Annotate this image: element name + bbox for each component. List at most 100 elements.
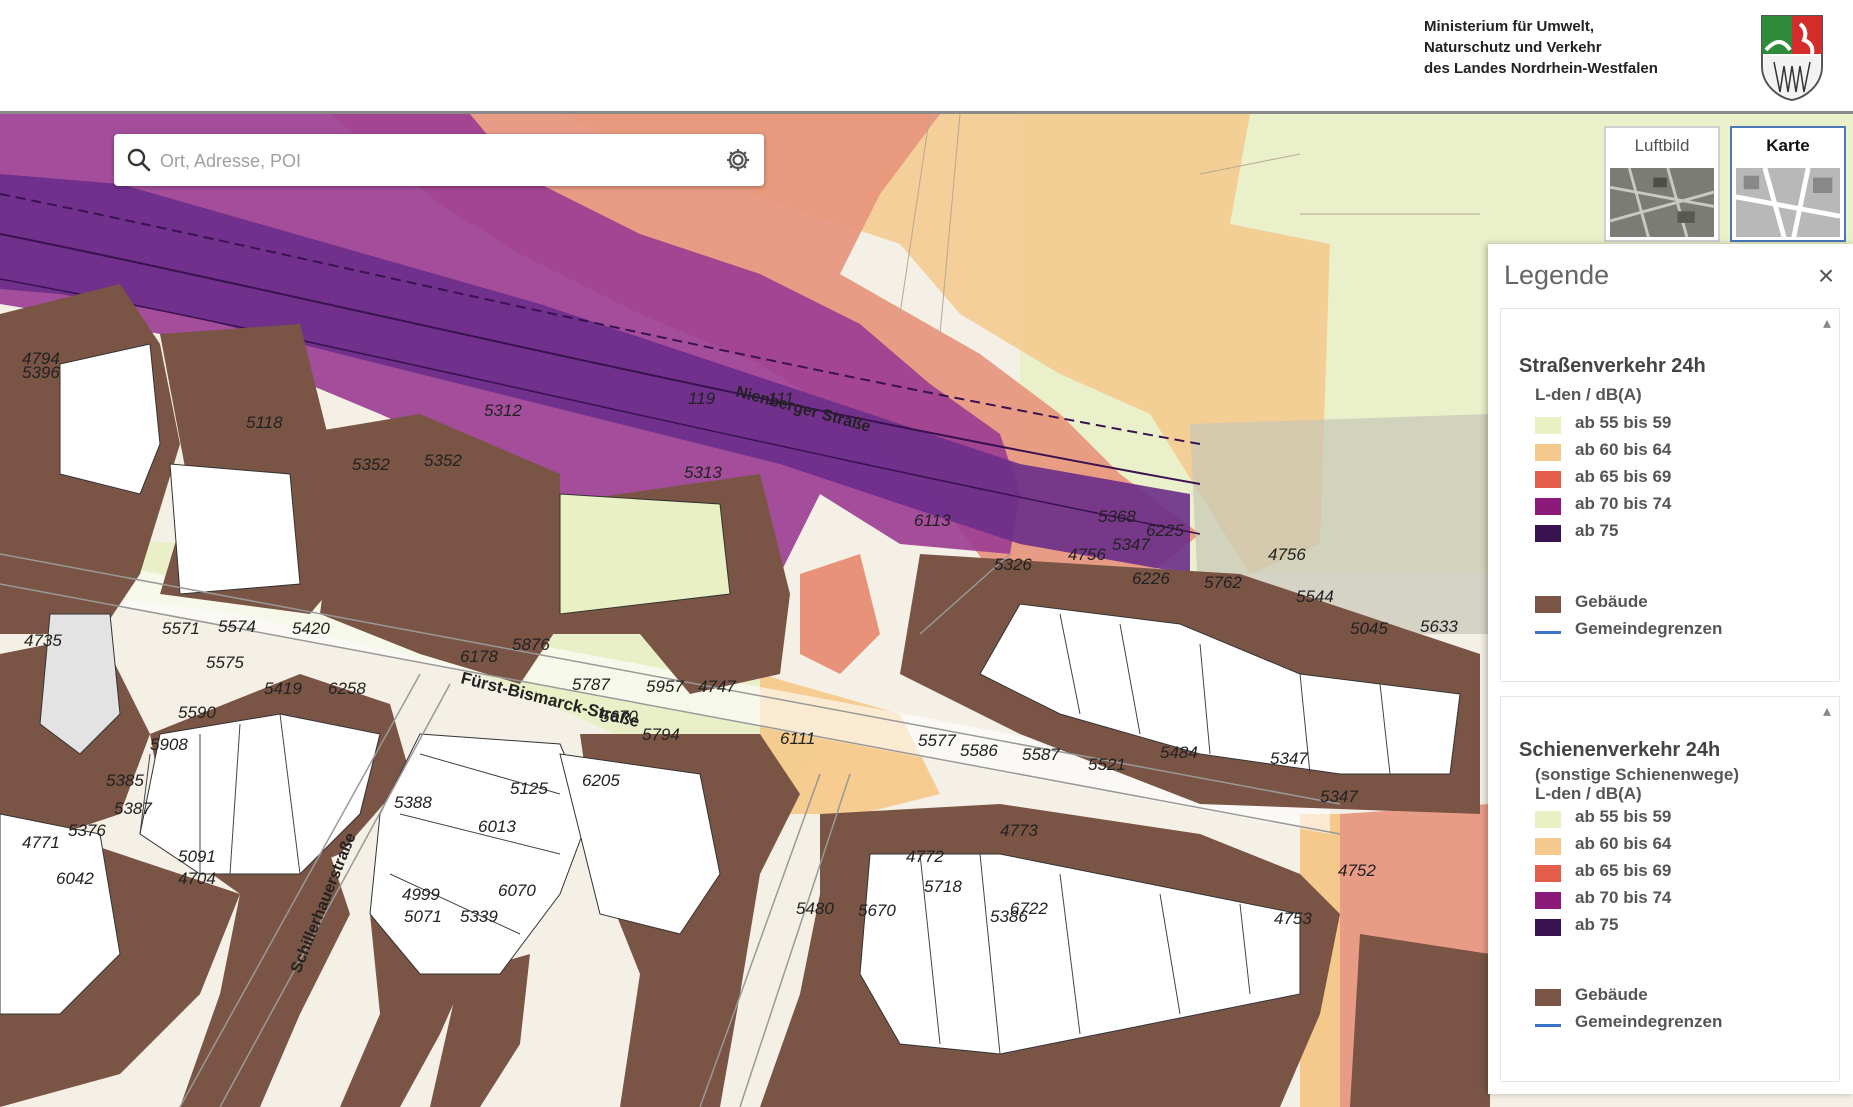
parcel-number-label: 5590 bbox=[178, 703, 216, 722]
parcel-number-label: 5762 bbox=[1204, 573, 1242, 592]
legend-row-label: Gebäude bbox=[1575, 985, 1648, 1004]
parcel-number-label: 5385 bbox=[106, 771, 144, 790]
parcel-number-label: 4756 bbox=[1068, 545, 1106, 564]
color-swatch bbox=[1535, 838, 1561, 855]
search-box bbox=[114, 134, 764, 188]
parcel-number-label: 4704 bbox=[178, 869, 216, 888]
parcel-number-label: 5574 bbox=[218, 617, 256, 636]
parcel bbox=[59, 343, 161, 495]
legend-row-label: ab 60 bis 64 bbox=[1575, 834, 1672, 853]
legend-row-label: ab 55 bis 59 bbox=[1575, 413, 1672, 432]
nrw-coat-of-arms-icon bbox=[1761, 15, 1823, 102]
color-swatch bbox=[1535, 444, 1561, 461]
parcel-number-label: 4747 bbox=[698, 677, 736, 696]
legend-panel: Legende × ▴ Straßenverkehr 24h L-den / d… bbox=[1488, 244, 1853, 1094]
parcel-number-label: 5571 bbox=[162, 619, 200, 638]
legend-section-rail: ▴ Schienenverkehr 24h (sonstige Schienen… bbox=[1500, 696, 1840, 1082]
parcel-number-label: 5352 bbox=[424, 451, 462, 470]
gear-icon[interactable] bbox=[724, 146, 752, 174]
parcel-number-label: 5633 bbox=[1420, 617, 1458, 636]
parcel-number-label: 5118 bbox=[246, 413, 283, 432]
line-swatch bbox=[1535, 631, 1561, 634]
color-swatch bbox=[1535, 417, 1561, 434]
search-icon[interactable] bbox=[126, 147, 152, 173]
parcel-number-label: 6178 bbox=[460, 647, 498, 666]
parcel bbox=[169, 463, 301, 595]
parcel-number-label: 6013 bbox=[478, 817, 516, 836]
parcel-number-label: 4772 bbox=[906, 847, 944, 866]
parcel-number-label: 5419 bbox=[264, 679, 302, 698]
parcel-number-label: 5347 bbox=[1270, 749, 1308, 768]
parcel-number-label: 5347 bbox=[1112, 535, 1150, 554]
parcel-number-label: 6113 bbox=[914, 511, 951, 530]
legend-section-unit: L-den / dB(A) bbox=[1535, 784, 1642, 803]
color-swatch bbox=[1535, 498, 1561, 515]
parcel-number-label: 5339 bbox=[460, 907, 498, 926]
legend-section-title: Straßenverkehr 24h bbox=[1519, 355, 1706, 377]
collapse-icon[interactable]: ▴ bbox=[1823, 313, 1831, 333]
search-input[interactable] bbox=[158, 134, 702, 188]
parcel-number-label: 5587 bbox=[1022, 745, 1060, 764]
parcel-number-label: 4773 bbox=[1000, 821, 1038, 840]
legend-row-label: ab 60 bis 64 bbox=[1575, 440, 1672, 459]
legend-section-title: Schienenverkehr 24h bbox=[1519, 739, 1721, 761]
parcel-number-label: 5876 bbox=[512, 635, 550, 654]
basemap-luftbild-label: Luftbild bbox=[1634, 136, 1690, 155]
color-swatch bbox=[1535, 865, 1561, 882]
color-swatch bbox=[1535, 892, 1561, 909]
page-header: Ministerium für Umwelt, Naturschutz und … bbox=[0, 0, 1853, 114]
legend-row-label: ab 75 bbox=[1575, 521, 1619, 540]
collapse-icon[interactable]: ▴ bbox=[1823, 701, 1831, 721]
color-swatch bbox=[1535, 596, 1561, 613]
legend-section-road: ▴ Straßenverkehr 24h L-den / dB(A) ab 55… bbox=[1500, 308, 1840, 682]
legend-row-label: ab 55 bis 59 bbox=[1575, 807, 1672, 826]
parcel-number-label: 5794 bbox=[642, 725, 680, 744]
parcel-number-label: 5071 bbox=[404, 907, 442, 926]
parcel-number-label: 4735 bbox=[24, 631, 62, 650]
parcel bbox=[559, 493, 731, 615]
legend-section-unit: L-den / dB(A) bbox=[1535, 385, 1642, 404]
line-swatch bbox=[1535, 1024, 1561, 1027]
parcel-number-label: 5544 bbox=[1296, 587, 1334, 606]
parcel-number-label: 5312 bbox=[484, 401, 522, 420]
legend-row-label: Gemeindegrenzen bbox=[1575, 1012, 1723, 1031]
parcel-number-label: 5670 bbox=[600, 707, 638, 726]
legend-row-label: ab 70 bis 74 bbox=[1575, 494, 1672, 513]
legend-row-label: Gemeindegrenzen bbox=[1575, 619, 1723, 638]
close-icon[interactable]: × bbox=[1812, 260, 1840, 292]
parcel-number-label: 4753 bbox=[1274, 909, 1312, 928]
aerial-thumbnail-icon bbox=[1610, 168, 1714, 238]
legend-row-label: Gebäude bbox=[1575, 592, 1648, 611]
color-swatch bbox=[1535, 919, 1561, 936]
ministry-name: Ministerium für Umwelt, Naturschutz und … bbox=[1424, 16, 1658, 79]
parcel-number-label: 4771 bbox=[22, 833, 60, 852]
parcel-number-label: 5521 bbox=[1088, 755, 1126, 774]
basemap-karte-button[interactable]: Karte bbox=[1730, 126, 1846, 242]
color-swatch bbox=[1535, 989, 1561, 1006]
basemap-luftbild-button[interactable]: Luftbild bbox=[1604, 126, 1720, 242]
parcel-number-label: 5577 bbox=[918, 731, 956, 750]
parcel-number-label: 5586 bbox=[960, 741, 998, 760]
parcel-number-label: 5718 bbox=[924, 877, 962, 896]
color-swatch bbox=[1535, 811, 1561, 828]
ministry-line-2: Naturschutz und Verkehr bbox=[1424, 39, 1602, 56]
parcel-number-label: 5368 bbox=[1098, 507, 1136, 526]
map-thumbnail-icon bbox=[1736, 168, 1840, 238]
parcel-number-label: 5347 bbox=[1320, 787, 1358, 806]
parcel-number-label: 6258 bbox=[328, 679, 366, 698]
ministry-line-1: Ministerium für Umwelt, bbox=[1424, 18, 1595, 35]
parcel-number-label: 6111 bbox=[780, 729, 815, 748]
parcel-number-label: 5326 bbox=[994, 555, 1032, 574]
parcel-number-label: 5313 bbox=[684, 463, 722, 482]
parcel-number-label: 6042 bbox=[56, 869, 94, 888]
parcel-number-label: 5386 bbox=[990, 907, 1028, 926]
ministry-line-3: des Landes Nordrhein-Westfalen bbox=[1424, 60, 1658, 77]
parcel-number-label: 5575 bbox=[206, 653, 244, 672]
parcel-number-label: 5420 bbox=[292, 619, 330, 638]
color-swatch bbox=[1535, 525, 1561, 542]
parcel-number-label: 4756 bbox=[1268, 545, 1306, 564]
parcel-number-label: 6070 bbox=[498, 881, 536, 900]
parcel-number-label: 6225 bbox=[1146, 521, 1184, 540]
parcel-number-label: 6226 bbox=[1132, 569, 1170, 588]
parcel-number-label: 4999 bbox=[402, 885, 440, 904]
